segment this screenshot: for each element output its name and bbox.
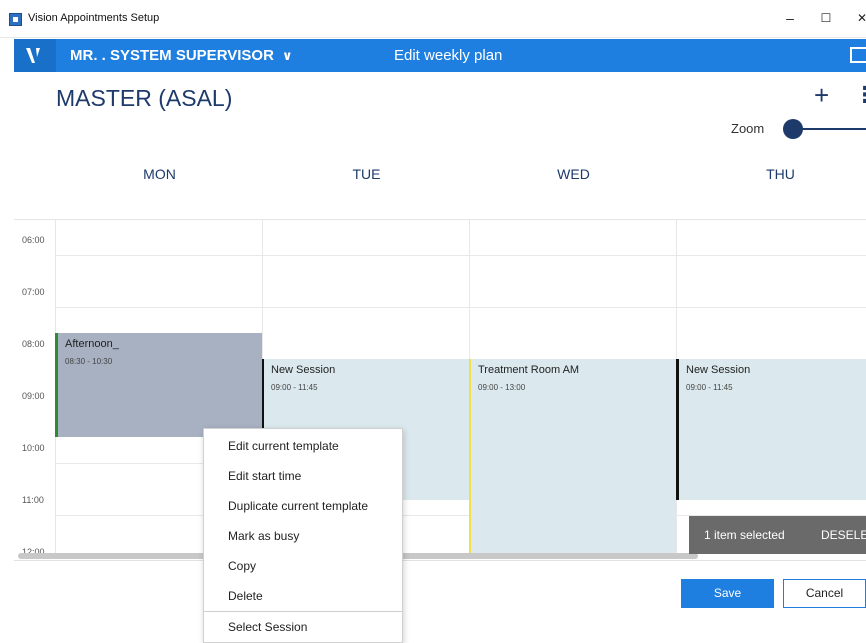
day-header-tue: TUE (352, 166, 381, 182)
left-gutter (0, 72, 14, 572)
session-block-thu[interactable]: New Session 09:00 - 11:45 (676, 359, 866, 500)
menu-item-duplicate-template[interactable]: Duplicate current template (204, 491, 402, 521)
app-icon (9, 13, 22, 26)
time-label: 06:00 (22, 235, 45, 245)
deselect-button[interactable]: DESELECT (821, 528, 866, 542)
day-header-wed: WED (557, 166, 590, 182)
window-title: Vision Appointments Setup (28, 12, 160, 24)
minimize-button[interactable]: – (780, 10, 800, 26)
context-menu: Edit current template Edit start time Du… (203, 428, 403, 643)
appbar-title: Edit weekly plan (394, 47, 503, 64)
day-header-thu: THU (766, 166, 795, 182)
session-time: 09:00 - 11:45 (271, 383, 318, 392)
user-menu[interactable]: MR. . SYSTEM SUPERVISOR ∨ (70, 39, 293, 72)
save-button[interactable]: Save (681, 579, 774, 608)
more-options-icon[interactable]: ⋮ (854, 84, 866, 106)
session-time: 09:00 - 13:00 (478, 383, 526, 392)
menu-item-delete[interactable]: Delete (204, 581, 402, 611)
page-title: MASTER (ASAL) (56, 85, 233, 111)
selection-toast: 1 item selected DESELECT (689, 516, 866, 554)
session-name: Treatment Room AM (478, 364, 580, 376)
window-mode-icon[interactable] (850, 47, 866, 63)
session-time: 08:30 - 10:30 (65, 357, 113, 366)
app-bar: MR. . SYSTEM SUPERVISOR ∨ Edit weekly pl… (14, 39, 866, 72)
time-label: 08:00 (22, 339, 45, 349)
logo-v-icon (26, 48, 40, 63)
menu-item-edit-start-time[interactable]: Edit start time (204, 461, 402, 491)
session-block-wed[interactable]: Treatment Room AM 09:00 - 13:00 (469, 359, 676, 559)
session-name: Afternoon_ (65, 338, 119, 350)
zoom-slider-thumb[interactable] (783, 119, 803, 139)
time-column: 06:00 07:00 08:00 09:00 10:00 11:00 12:0… (14, 220, 56, 559)
maximize-button[interactable]: ☐ (816, 10, 836, 26)
hour-gridline (56, 307, 866, 308)
time-label: 09:00 (22, 391, 45, 401)
week-calendar-grid[interactable]: 06:00 07:00 08:00 09:00 10:00 11:00 12:0… (14, 219, 866, 559)
add-button[interactable]: + (814, 82, 829, 108)
user-name: MR. . SYSTEM SUPERVISOR (70, 47, 274, 64)
time-label: 07:00 (22, 287, 45, 297)
day-header-row: MON TUE WED THU (56, 160, 866, 218)
session-name: New Session (686, 364, 751, 376)
vision-logo[interactable] (14, 39, 56, 72)
close-button[interactable]: ✕ (852, 10, 866, 26)
menu-item-edit-current-template[interactable]: Edit current template (204, 431, 402, 461)
session-name: New Session (271, 364, 336, 376)
cancel-button[interactable]: Cancel (783, 579, 866, 608)
menu-item-copy[interactable]: Copy (204, 551, 402, 581)
zoom-slider-track[interactable] (793, 128, 866, 130)
menu-item-select-session[interactable]: Select Session (204, 612, 402, 642)
day-header-mon: MON (143, 166, 176, 182)
session-time: 09:00 - 11:45 (686, 383, 733, 392)
window-titlebar: Vision Appointments Setup – ☐ ✕ (0, 0, 866, 38)
time-label: 10:00 (22, 443, 45, 453)
menu-item-mark-as-busy[interactable]: Mark as busy (204, 521, 402, 551)
selection-count: 1 item selected (704, 528, 785, 542)
hour-gridline (56, 255, 866, 256)
session-block-mon[interactable]: Afternoon_ 08:30 - 10:30 (55, 333, 262, 437)
zoom-label: Zoom (731, 121, 765, 136)
chevron-down-icon: ∨ (281, 47, 293, 63)
time-label: 11:00 (22, 495, 44, 505)
